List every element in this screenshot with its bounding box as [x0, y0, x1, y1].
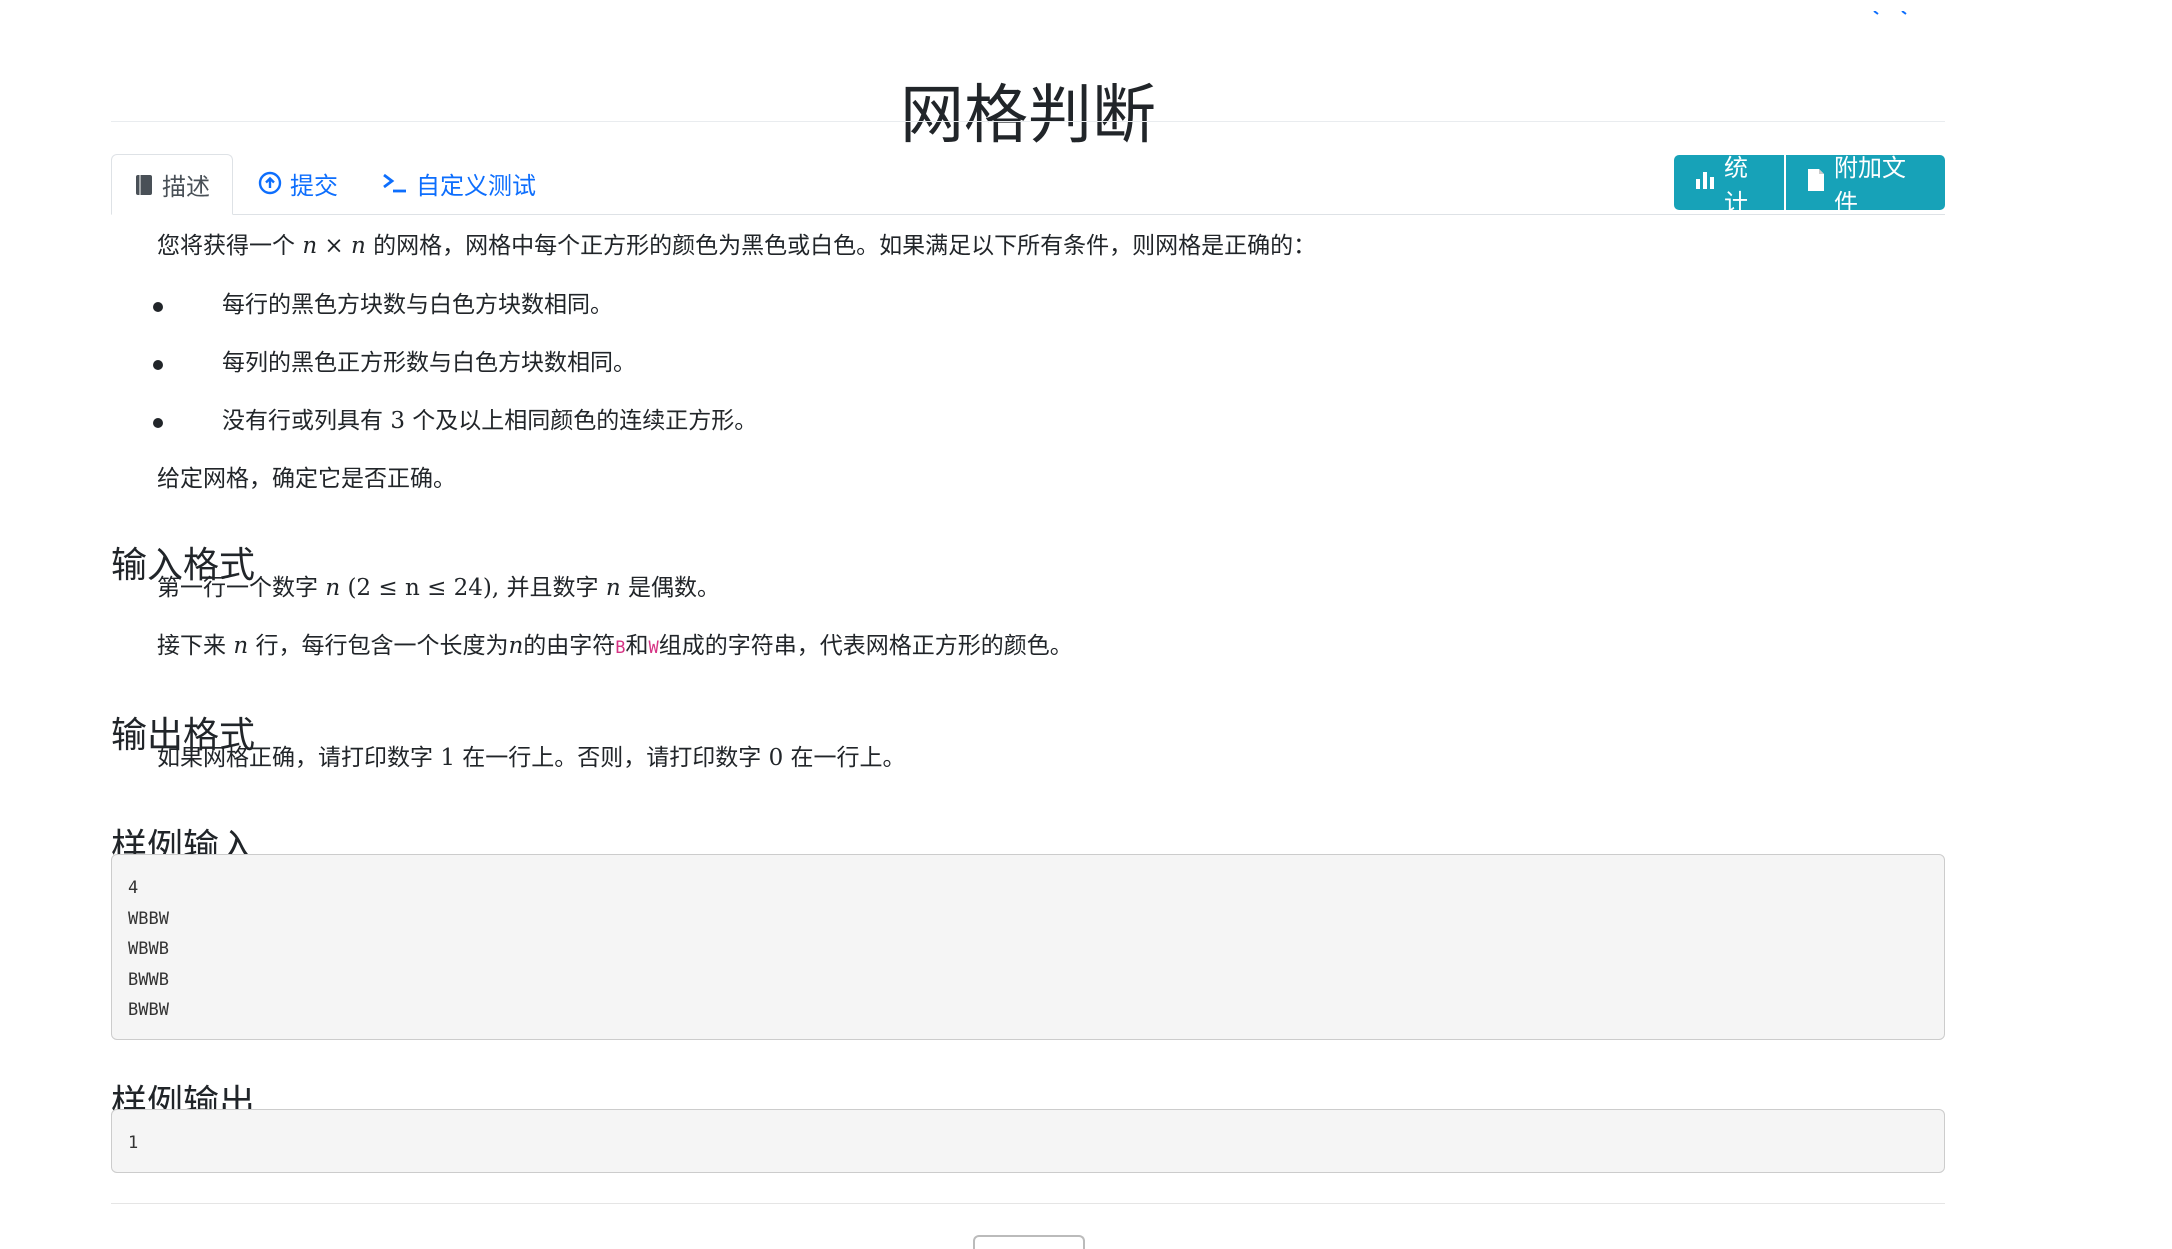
tab-custom-test[interactable]: 自定义测试 — [360, 154, 558, 212]
partial-top-right-link — [1872, 0, 1912, 15]
input-line1-text-c: 是偶数。 — [627, 575, 720, 601]
input-line1-text-a: 第一行一个数字 — [157, 575, 318, 601]
attachments-button-label: 附加文件 — [1834, 153, 1906, 217]
condition-3-math: 3 — [390, 408, 405, 434]
bottom-divider — [111, 1203, 1945, 1204]
input-line2-text-b: 行，每行包含一个长度为 — [255, 633, 509, 659]
condition-3: 没有行或列具有 3 个及以上相同颜色的连续正方形。 — [222, 405, 757, 437]
input-line1-text-b: 并且数字 — [506, 575, 599, 601]
bullet-2 — [153, 360, 163, 370]
output-text-a: 如果网格正确，请打印数字 — [157, 745, 433, 771]
sample-input-block[interactable]: 4 WBBW WBWB BWWB BWBW — [111, 854, 1945, 1040]
tab-description[interactable]: 描述 — [111, 154, 233, 215]
title-divider — [111, 121, 1945, 122]
input-line2-text-e: 组成的字符串，代表网格正方形的颜色。 — [658, 633, 1073, 659]
condition-3-text-a: 没有行或列具有 — [222, 408, 383, 434]
intro-paragraph: 您将获得一个 n × n 的网格，网格中每个正方形的颜色为黑色或白色。如果满足以… — [157, 230, 1316, 262]
problem-tabs: 描述 提交 自定义测试 — [111, 154, 1945, 215]
attachments-button[interactable]: 附加文件 — [1786, 154, 1945, 217]
input-line2-var2: n — [508, 633, 524, 659]
bar-chart-icon — [1694, 169, 1716, 197]
file-icon — [1806, 168, 1826, 198]
upload-circle-icon — [258, 171, 282, 195]
input-line1-var2: n — [605, 575, 621, 601]
input-line2-var: n — [233, 633, 249, 659]
intro-text-b: 的网格，网格中每个正方形的颜色为黑色或白色。如果满足以下所有条件，则网格是正确的… — [373, 233, 1317, 259]
book-icon — [134, 174, 154, 196]
stats-button[interactable]: 统计 — [1674, 154, 1784, 217]
intro-math: n × n — [302, 233, 366, 259]
input-format-line-1: 第一行一个数字 n (2 ≤ n ≤ 24), 并且数字 n 是偶数。 — [157, 572, 720, 604]
char-b-code: B — [615, 638, 626, 658]
closing-paragraph: 给定网格，确定它是否正确。 — [157, 466, 456, 492]
sample-output-block[interactable]: 1 — [111, 1109, 1945, 1173]
output-zero: 0 — [768, 745, 784, 771]
tab-custom-test-label: 自定义测试 — [416, 171, 536, 200]
input-format-line-2: 接下来 n 行，每行包含一个长度为n的由字符B和W组成的字符串，代表网格正方形的… — [157, 630, 1073, 664]
input-line1-var: n — [325, 575, 341, 601]
terminal-icon — [382, 172, 408, 194]
bottom-button-partial[interactable] — [973, 1235, 1085, 1249]
output-one: 1 — [440, 745, 455, 771]
input-line2-text-c: 的由字符 — [523, 633, 616, 659]
char-w-code: W — [648, 638, 659, 658]
bullet-3 — [153, 418, 163, 428]
input-line2-text-d: 和 — [625, 633, 649, 659]
intro-text-a: 您将获得一个 — [157, 233, 295, 259]
tab-submit[interactable]: 提交 — [236, 154, 360, 212]
output-text-b: 在一行上。否则，请打印数字 — [462, 745, 762, 771]
bullet-1 — [153, 302, 163, 312]
condition-3-text-b: 个及以上相同颜色的连续正方形。 — [412, 408, 758, 434]
output-format-text: 如果网格正确，请打印数字 1 在一行上。否则，请打印数字 0 在一行上。 — [157, 742, 906, 774]
tab-description-label: 描述 — [162, 173, 210, 201]
condition-1: 每行的黑色方块数与白色方块数相同。 — [222, 292, 613, 318]
tab-submit-label: 提交 — [290, 171, 338, 200]
stats-button-label: 统计 — [1724, 153, 1748, 217]
condition-2: 每列的黑色正方形数与白色方块数相同。 — [222, 350, 636, 376]
output-text-c: 在一行上。 — [790, 745, 906, 771]
input-line2-text-a: 接下来 — [157, 633, 226, 659]
page-title: 网格判断 — [900, 78, 1156, 153]
input-line1-cond: (2 ≤ n ≤ 24), — [347, 575, 500, 601]
